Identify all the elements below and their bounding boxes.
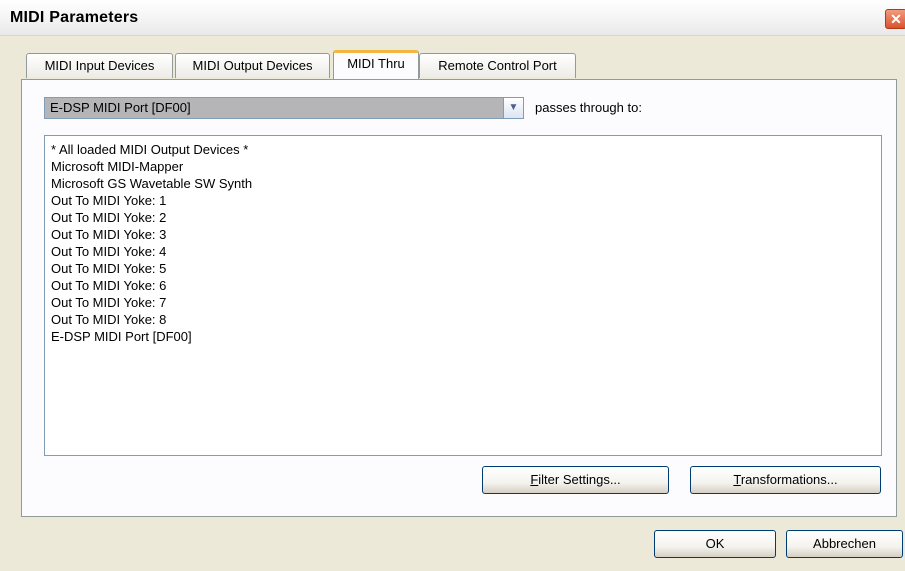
tab-midi-input-devices[interactable]: MIDI Input Devices — [26, 53, 173, 78]
transformations-label: ransformations... — [740, 472, 838, 487]
list-item[interactable]: Microsoft MIDI-Mapper — [51, 158, 183, 175]
midi-parameters-dialog: MIDI Parameters ✕ MIDI Input Devices MID… — [0, 0, 905, 571]
list-item[interactable]: * All loaded MIDI Output Devices * — [51, 141, 248, 158]
list-item[interactable]: Out To MIDI Yoke: 1 — [51, 192, 166, 209]
filter-settings-button[interactable]: Filter Settings... — [482, 466, 669, 494]
chevron-down-icon[interactable]: ▼ — [503, 97, 524, 119]
transformations-accel: T — [733, 472, 741, 487]
list-item[interactable]: Out To MIDI Yoke: 8 — [51, 311, 166, 328]
list-item[interactable]: E-DSP MIDI Port [DF00] — [51, 328, 192, 345]
filter-settings-label: ilter Settings... — [538, 472, 621, 487]
passes-through-label: passes through to: — [535, 100, 642, 115]
list-item[interactable]: Microsoft GS Wavetable SW Synth — [51, 175, 252, 192]
list-item[interactable]: Out To MIDI Yoke: 6 — [51, 277, 166, 294]
list-item[interactable]: Out To MIDI Yoke: 4 — [51, 243, 166, 260]
list-item[interactable]: Out To MIDI Yoke: 3 — [51, 226, 166, 243]
close-button[interactable]: ✕ — [885, 9, 905, 29]
transformations-button[interactable]: Transformations... — [690, 466, 881, 494]
destination-list[interactable]: * All loaded MIDI Output Devices * Micro… — [44, 135, 882, 456]
list-item[interactable]: Out To MIDI Yoke: 5 — [51, 260, 166, 277]
source-device-select[interactable]: E-DSP MIDI Port [DF00] — [44, 97, 524, 119]
close-icon: ✕ — [890, 11, 902, 27]
source-device-value: E-DSP MIDI Port [DF00] — [50, 100, 191, 115]
midi-thru-panel: E-DSP MIDI Port [DF00] ▼ passes through … — [21, 79, 897, 517]
tab-remote-control-port[interactable]: Remote Control Port — [419, 53, 576, 78]
title-bar[interactable]: MIDI Parameters ✕ — [0, 0, 905, 36]
cancel-button[interactable]: Abbrechen — [786, 530, 903, 558]
tab-midi-output-devices[interactable]: MIDI Output Devices — [175, 53, 330, 78]
list-item[interactable]: Out To MIDI Yoke: 7 — [51, 294, 166, 311]
window-title: MIDI Parameters — [10, 9, 139, 26]
ok-button[interactable]: OK — [654, 530, 776, 558]
list-item[interactable]: Out To MIDI Yoke: 2 — [51, 209, 166, 226]
dialog-body: MIDI Input Devices MIDI Output Devices M… — [0, 36, 905, 571]
tab-midi-thru[interactable]: MIDI Thru — [333, 50, 419, 79]
